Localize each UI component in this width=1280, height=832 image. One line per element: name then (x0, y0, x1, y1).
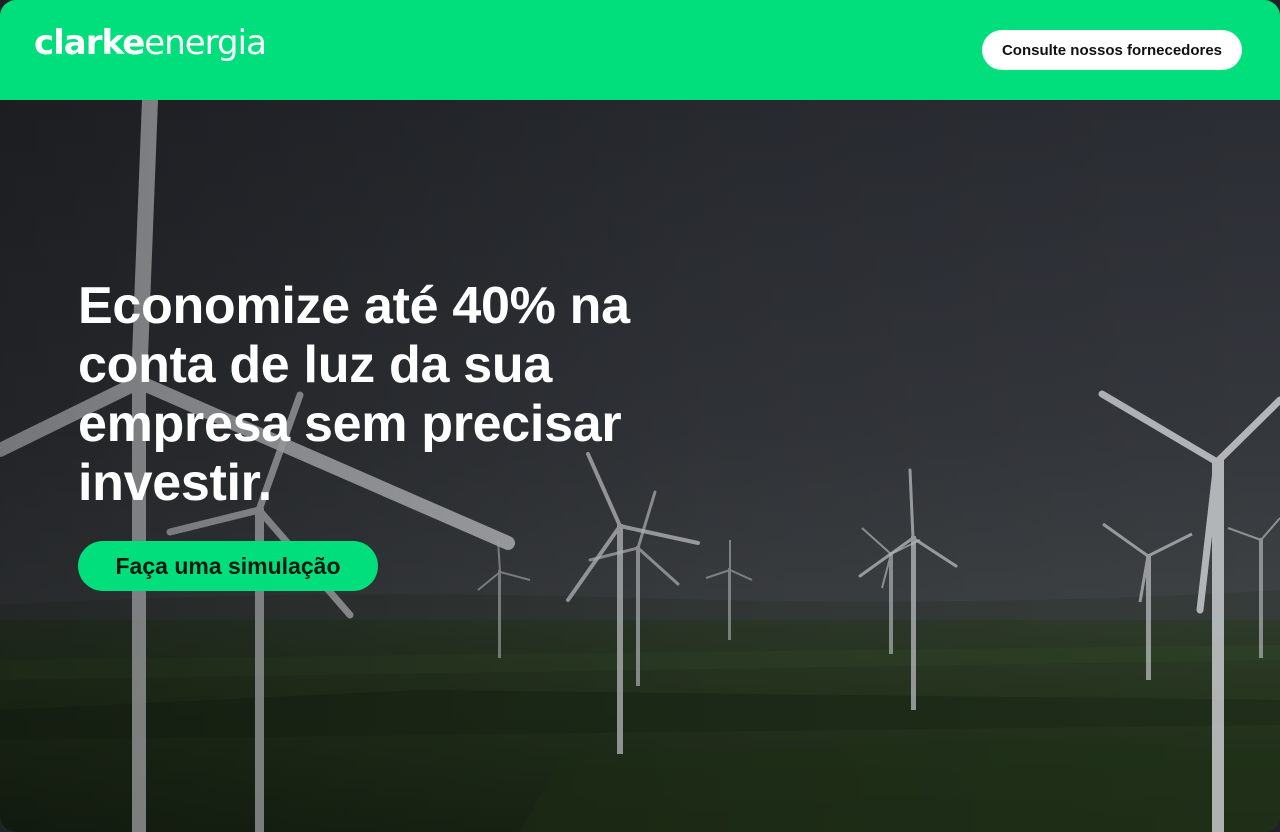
hero-headline: Economize até 40% na conta de luz da sua… (78, 277, 630, 512)
top-bar: clarkeenergia Consulte nossos fornecedor… (0, 0, 1280, 100)
logo-wordmark-energia: energia (144, 23, 267, 63)
consult-suppliers-button[interactable]: Consulte nossos fornecedores (982, 30, 1242, 70)
logo-wordmark-clarke: clarke (34, 23, 145, 63)
hero-section: Economize até 40% na conta de luz da sua… (0, 100, 1280, 832)
simulation-cta-button[interactable]: Faça uma simulação (78, 541, 378, 591)
clarke-energia-logo[interactable]: clarkeenergia (34, 23, 267, 63)
page-frame: clarkeenergia Consulte nossos fornecedor… (0, 0, 1280, 832)
